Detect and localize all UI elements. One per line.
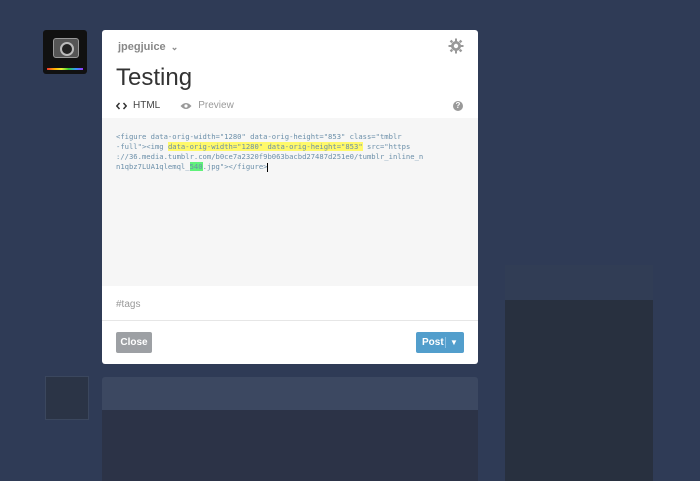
code-line-2-end: src="https — [362, 142, 411, 151]
tab-preview[interactable]: Preview — [180, 100, 234, 111]
editor-tabs: HTML Preview — [116, 100, 254, 111]
post-button-separator — [445, 337, 446, 348]
code-line-1: <figure data-orig-width="1280" data-orig… — [116, 132, 402, 141]
blog-name: jpegjuice — [118, 41, 166, 53]
background-avatar — [45, 376, 89, 420]
avatar-stripe — [47, 68, 83, 70]
code-highlight-dimensions: data-orig-width="1280" data-orig-height=… — [167, 142, 363, 151]
close-button[interactable]: Close — [116, 332, 152, 353]
post-editor-modal: jpegjuice ⌄ Testing HTML Preview ? <figu… — [102, 30, 478, 364]
post-button[interactable]: Post ▼ — [416, 332, 464, 353]
eye-icon — [180, 102, 192, 109]
footer-divider — [102, 320, 478, 321]
chevron-down-icon: ⌄ — [170, 42, 179, 52]
code-line-2-start: -full"><img — [116, 142, 168, 151]
code-line-3: ://36.media.tumblr.com/b0ce7a2320f9b063b… — [116, 152, 424, 161]
tab-preview-label: Preview — [198, 100, 234, 111]
gear-icon[interactable] — [448, 38, 464, 54]
background-sidebar-image — [505, 300, 653, 481]
tags-input[interactable]: #tags — [116, 299, 140, 310]
code-highlight-size: 540 — [189, 162, 203, 171]
blog-selector[interactable]: jpegjuice ⌄ — [118, 41, 178, 53]
background-post-image — [102, 410, 478, 481]
post-title[interactable]: Testing — [116, 64, 192, 92]
text-cursor — [267, 162, 269, 172]
help-icon[interactable]: ? — [453, 101, 463, 111]
html-code[interactable]: <figure data-orig-width="1280" data-orig… — [116, 132, 464, 172]
tab-html[interactable]: HTML — [116, 100, 160, 111]
lens-icon — [60, 42, 74, 56]
post-options-chevron-icon[interactable]: ▼ — [450, 332, 458, 353]
code-line-4-end: .jpg"></figure> — [202, 162, 268, 171]
code-icon — [116, 101, 127, 110]
tab-html-label: HTML — [133, 100, 161, 111]
html-editor[interactable]: <figure data-orig-width="1280" data-orig… — [102, 118, 478, 286]
post-button-label: Post — [422, 337, 444, 348]
code-line-4-start: n1qbz7LUA1qlemql_ — [116, 162, 190, 171]
blog-avatar[interactable] — [43, 30, 87, 74]
